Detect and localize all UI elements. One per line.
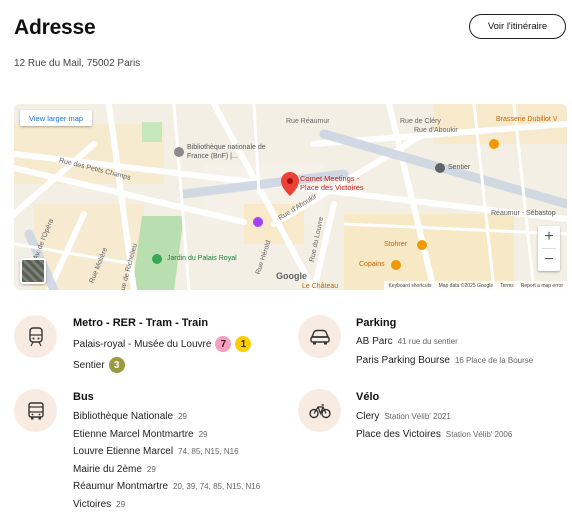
address-text: 12 Rue du Mail, 75002 Paris bbox=[14, 58, 141, 69]
parking-detail: 16 Place de la Bourse bbox=[454, 356, 534, 365]
metro-station-name: Palais-royal - Musée du Louvre bbox=[73, 338, 212, 350]
map-label-reaumur-sebastopol: Réaumur - Sébastop bbox=[491, 210, 556, 217]
velo-title: Vélo bbox=[356, 391, 380, 403]
metro-title: Metro - RER - Tram - Train bbox=[73, 317, 209, 329]
map-data-text: Map data ©2025 Google bbox=[438, 282, 494, 289]
page-title: Adresse bbox=[14, 16, 96, 39]
keyboard-shortcuts-link[interactable]: Keyboard shortcuts bbox=[388, 283, 431, 289]
bus-icon-circle bbox=[14, 389, 57, 432]
zoom-in-button[interactable]: + bbox=[538, 226, 560, 248]
map-label-le-chateau: Le Château bbox=[302, 283, 339, 290]
bus-lines: 29 bbox=[116, 500, 126, 509]
velo-station-name: Place des Victoires bbox=[356, 429, 441, 440]
bus-stop-row: Réaumur Montmartre 20, 39, 74, 85, N15, … bbox=[73, 481, 260, 492]
map-label-stohrer: Stohrer bbox=[384, 241, 407, 248]
metro-icon-circle bbox=[14, 315, 57, 358]
metro-line-7-badge: 7 bbox=[215, 336, 232, 352]
bus-stop-row: Etienne Marcel Montmartre 29 bbox=[73, 429, 208, 440]
map-attribution: Keyboard shortcuts Map data ©2025 Google… bbox=[384, 281, 567, 290]
parking-detail: 41 rue du sentier bbox=[397, 337, 458, 346]
bus-lines: 20, 39, 74, 85, N15, N16 bbox=[173, 482, 261, 491]
bus-stop-name: Réaumur Montmartre bbox=[73, 481, 169, 492]
bus-lines: 29 bbox=[146, 465, 156, 474]
metro-marker bbox=[435, 163, 445, 173]
metro-line-3-badge: 3 bbox=[108, 357, 125, 373]
metro-station-row: Palais-royal - Musée du Louvre 7 1 bbox=[73, 336, 252, 352]
velo-station-detail: Station Vélib' 2006 bbox=[445, 430, 513, 439]
bus-stop-row: Victoires 29 bbox=[73, 499, 125, 510]
parking-title: Parking bbox=[356, 317, 397, 329]
map-label-rue-de-clery: Rue de Cléry bbox=[400, 118, 441, 125]
map-label-sentier: Sentier bbox=[448, 164, 471, 171]
map-label-copains: Copains bbox=[359, 261, 385, 268]
terms-link[interactable]: Terms bbox=[500, 283, 514, 289]
bicycle-icon bbox=[308, 403, 331, 418]
velo-station-row: Clery Station Vélib' 2021 bbox=[356, 411, 451, 422]
parking-row: AB Parc 41 rue du sentier bbox=[356, 336, 458, 347]
parking-name: AB Parc bbox=[356, 336, 393, 347]
map-label-brasserie: Brasserie Dubillot V bbox=[496, 116, 558, 123]
food-marker-copains bbox=[391, 260, 401, 270]
metro-station-row: Sentier 3 bbox=[73, 357, 125, 373]
map-layers-toggle[interactable] bbox=[20, 258, 46, 284]
map-label-jardin: Jardin du Palais Royal bbox=[167, 255, 237, 262]
view-larger-map-link[interactable]: View larger map bbox=[20, 110, 93, 126]
bus-stop-row: Mairie du 2ème 29 bbox=[73, 464, 156, 475]
bus-stop-name: Victoires bbox=[73, 499, 112, 510]
velo-station-name: Clery bbox=[356, 411, 380, 422]
zoom-out-button[interactable]: − bbox=[538, 249, 560, 271]
food-marker-stohrer bbox=[417, 240, 427, 250]
bus-lines: 29 bbox=[198, 430, 208, 439]
map-label-bnf-2: France (BnF) |... bbox=[187, 153, 238, 160]
zoom-controls: + − bbox=[538, 226, 560, 271]
food-marker-brasserie bbox=[489, 139, 499, 149]
bus-stop-name: Bibliothèque Nationale bbox=[73, 411, 174, 422]
google-logo: Google bbox=[276, 271, 307, 281]
velo-station-row: Place des Victoires Station Vélib' 2006 bbox=[356, 429, 512, 440]
train-icon bbox=[28, 326, 43, 346]
parking-icon-circle bbox=[298, 315, 341, 358]
bus-stop-row: Bibliothèque Nationale 29 bbox=[73, 411, 187, 422]
map-label-bnf-1: Bibliothèque nationale de bbox=[187, 144, 266, 151]
directions-button[interactable]: Voir l'itinéraire bbox=[469, 14, 566, 39]
metro-station-name: Sentier bbox=[73, 359, 105, 371]
bus-lines: 29 bbox=[178, 412, 187, 421]
library-marker bbox=[174, 147, 184, 157]
car-icon bbox=[309, 329, 330, 344]
map-label-rue-reaumur: Rue Réaumur bbox=[286, 118, 330, 125]
map-label-comet-2: Place des Victoires bbox=[300, 183, 364, 192]
metro-line-1-badge: 1 bbox=[235, 336, 252, 352]
park-marker bbox=[152, 254, 162, 264]
parking-row: Paris Parking Bourse 16 Place de la Bour… bbox=[356, 355, 533, 366]
bus-stop-name: Mairie du 2ème bbox=[73, 464, 142, 475]
bus-stop-name: Etienne Marcel Montmartre bbox=[73, 429, 194, 440]
bus-title: Bus bbox=[73, 391, 94, 403]
velo-station-detail: Station Vélib' 2021 bbox=[384, 412, 451, 421]
poi-marker bbox=[253, 217, 263, 227]
bus-stop-row: Louvre Etienne Marcel 74, 85, N15, N16 bbox=[73, 446, 239, 457]
bus-lines: 74, 85, N15, N16 bbox=[178, 447, 239, 456]
bus-stop-name: Louvre Etienne Marcel bbox=[73, 446, 174, 457]
map-label-comet-1: Comet Meetings - bbox=[300, 174, 360, 183]
report-error-link[interactable]: Report a map error bbox=[521, 283, 563, 289]
bus-icon bbox=[27, 401, 44, 419]
parking-name: Paris Parking Bourse bbox=[356, 355, 450, 366]
velo-icon-circle bbox=[298, 389, 341, 432]
map-label-rue-daboukir-top: Rue d'Aboukir bbox=[414, 127, 458, 134]
embedded-map[interactable]: Rue Réaumur Rue de Cléry Rue d'Aboukir B… bbox=[14, 104, 567, 290]
